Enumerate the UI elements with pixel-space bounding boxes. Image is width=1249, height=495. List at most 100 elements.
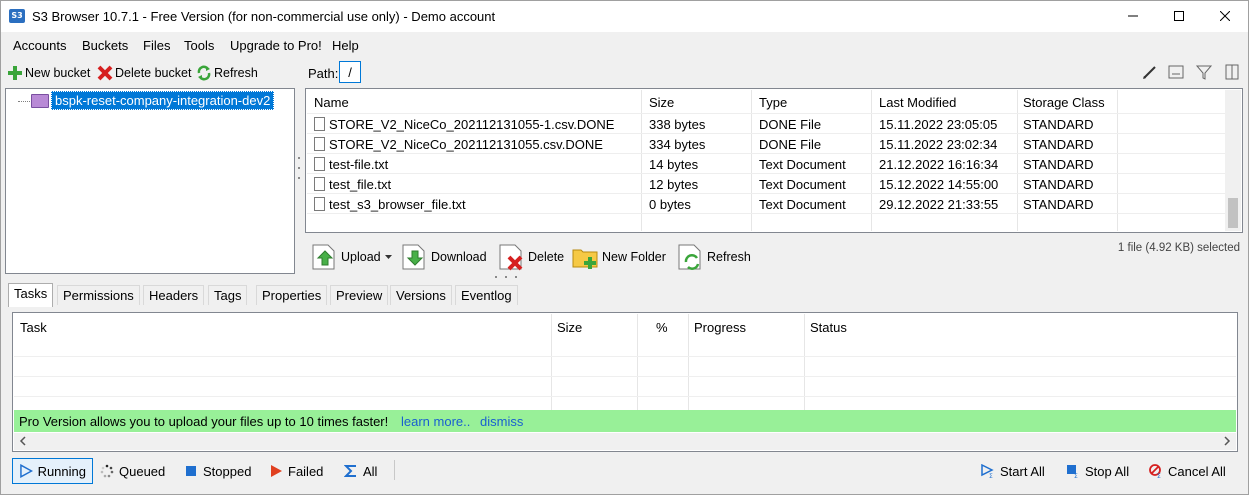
new-folder-label: New Folder	[602, 250, 666, 264]
maximize-button[interactable]	[1156, 1, 1202, 31]
filter-running-button[interactable]: Running	[12, 458, 93, 484]
refresh-files-icon	[678, 244, 701, 270]
columns-icon[interactable]	[1223, 63, 1241, 81]
svg-text:Σ: Σ	[1074, 473, 1078, 478]
file-size: 334 bytes	[649, 137, 706, 152]
refresh-files-label: Refresh	[707, 250, 751, 264]
column-name[interactable]: Name	[314, 95, 349, 110]
tab-versions[interactable]: Versions	[390, 285, 452, 305]
chevron-down-icon	[384, 255, 392, 259]
window-title: S3 Browser 10.7.1 - Free Version (for no…	[32, 9, 496, 24]
menu-files[interactable]: Files	[143, 38, 170, 53]
column-divider	[1017, 90, 1018, 231]
tab-headers[interactable]: Headers	[143, 285, 205, 305]
selection-status: 1 file (4.92 KB) selected	[1117, 242, 1240, 254]
bucket-tree[interactable]: bspk-reset-company-integration-dev2	[5, 88, 295, 274]
cancel-all-label: Cancel All	[1168, 463, 1226, 479]
add-icon	[8, 66, 22, 80]
maximize-icon	[1174, 11, 1184, 21]
menu-accounts[interactable]: Accounts	[13, 38, 66, 53]
download-button[interactable]: Download	[400, 241, 487, 273]
refresh-files-button[interactable]: Refresh	[676, 241, 751, 273]
path-input[interactable]: /	[339, 61, 361, 83]
column-divider	[871, 90, 872, 231]
toolbar-separator	[394, 460, 395, 480]
filter-failed-button[interactable]: Failed	[269, 458, 323, 484]
row-divider	[307, 133, 1225, 134]
file-icon	[314, 137, 325, 151]
column-storage-class[interactable]: Storage Class	[1023, 95, 1105, 110]
splitter-dot	[505, 276, 507, 278]
tasks-panel[interactable]: Task Size % Progress Status Pro Version …	[12, 312, 1238, 452]
cancel-all-button[interactable]: Σ Cancel All	[1149, 458, 1226, 484]
column-status[interactable]: Status	[810, 320, 847, 335]
splitter-dot	[495, 276, 497, 278]
row-divider	[307, 113, 1225, 114]
tab-permissions[interactable]: Permissions	[57, 285, 140, 305]
column-last-modified[interactable]: Last Modified	[879, 95, 956, 110]
download-icon	[402, 244, 425, 270]
sigma-icon	[344, 465, 356, 477]
file-storage-class: STANDARD	[1023, 197, 1094, 212]
tab-tags[interactable]: Tags	[208, 285, 248, 305]
tab-preview[interactable]: Preview	[330, 285, 389, 305]
file-list-scrollbar[interactable]	[1225, 90, 1241, 231]
dismiss-link[interactable]: dismiss	[480, 414, 523, 429]
svg-text:Σ: Σ	[1157, 473, 1161, 478]
cancel-all-icon: Σ	[1149, 464, 1161, 478]
delete-bucket-button[interactable]: Delete bucket	[97, 63, 191, 83]
column-size[interactable]: Size	[649, 95, 674, 110]
splitter-dot	[298, 167, 300, 169]
file-list[interactable]: Name Size Type Last Modified Storage Cla…	[305, 88, 1243, 233]
tab-tasks[interactable]: Tasks	[8, 283, 54, 307]
column-progress[interactable]: Progress	[694, 320, 746, 335]
view-mode-icon[interactable]	[1167, 63, 1185, 81]
upload-button[interactable]: Upload	[310, 241, 393, 273]
filter-all-button[interactable]: All	[344, 458, 377, 484]
refresh-buckets-button[interactable]: Refresh	[196, 63, 258, 83]
all-label: All	[363, 463, 378, 479]
failed-icon	[271, 465, 282, 477]
menu-tools[interactable]: Tools	[184, 38, 214, 53]
new-folder-button[interactable]: New Folder	[571, 241, 666, 273]
file-modified: 21.12.2022 16:16:34	[879, 157, 999, 172]
file-name: test_file.txt	[329, 177, 392, 192]
filter-icon[interactable]	[1195, 63, 1213, 81]
new-bucket-button[interactable]: New bucket	[7, 63, 90, 83]
row-divider	[307, 153, 1225, 154]
queued-label: Queued	[119, 463, 166, 479]
file-type: DONE File	[759, 137, 822, 152]
svg-text:Σ: Σ	[989, 473, 993, 478]
filter-queued-button[interactable]: Queued	[100, 458, 165, 484]
file-icon	[314, 197, 325, 211]
app-logo-icon: S3	[9, 9, 25, 23]
menu-upgrade[interactable]: Upgrade to Pro!	[230, 38, 322, 53]
filter-stopped-button[interactable]: Stopped	[184, 458, 251, 484]
column-type[interactable]: Type	[759, 95, 787, 110]
column-divider	[751, 90, 752, 231]
pro-version-banner: Pro Version allows you to upload your fi…	[14, 410, 1236, 432]
scroll-right-icon[interactable]	[1223, 436, 1231, 446]
row-divider	[307, 213, 1225, 214]
splitter-dot	[298, 177, 300, 179]
column-percent[interactable]: %	[656, 320, 668, 335]
menu-help[interactable]: Help	[332, 38, 359, 53]
minimize-button[interactable]	[1110, 1, 1156, 31]
scrollbar-thumb[interactable]	[1228, 198, 1238, 228]
file-name: STORE_V2_NiceCo_202112131055.csv.DONE	[329, 137, 603, 152]
tree-item-bucket[interactable]: bspk-reset-company-integration-dev2	[51, 91, 275, 110]
learn-more-link[interactable]: learn more..	[401, 414, 470, 429]
menu-buckets[interactable]: Buckets	[82, 38, 128, 53]
tab-properties[interactable]: Properties	[256, 285, 328, 305]
column-task-size[interactable]: Size	[557, 320, 582, 335]
close-button[interactable]	[1202, 1, 1248, 31]
tasks-scrollbar[interactable]	[14, 433, 1236, 450]
stop-all-button[interactable]: Σ Stop All	[1066, 458, 1129, 484]
scroll-left-icon[interactable]	[19, 436, 27, 446]
file-size: 12 bytes	[649, 177, 699, 192]
column-task[interactable]: Task	[20, 320, 47, 335]
tab-eventlog[interactable]: Eventlog	[455, 285, 518, 305]
edit-icon[interactable]	[1141, 63, 1159, 81]
delete-button[interactable]: Delete	[497, 241, 564, 273]
start-all-button[interactable]: Σ Start All	[981, 458, 1045, 484]
